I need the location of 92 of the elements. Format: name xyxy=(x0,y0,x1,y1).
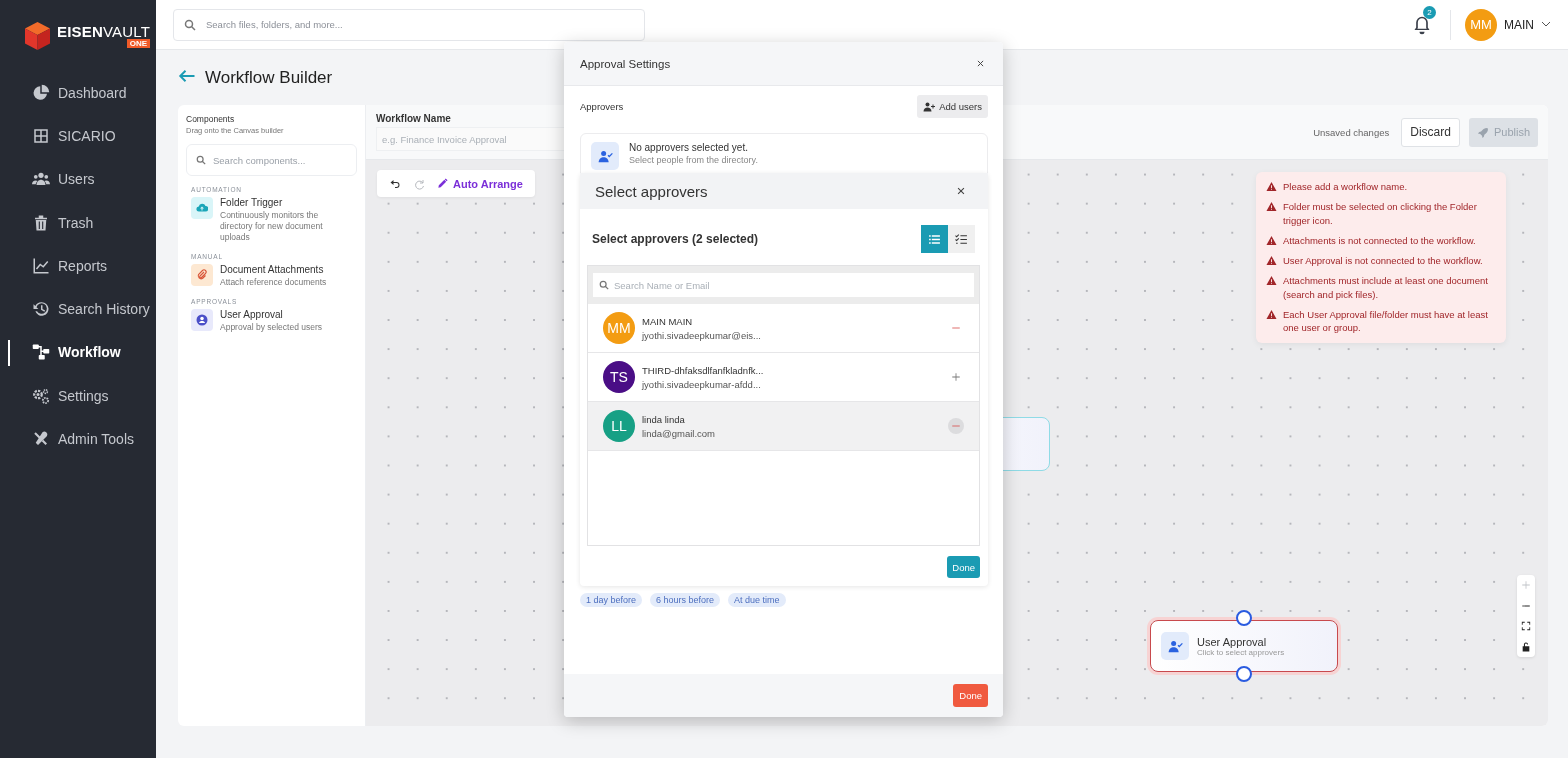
node-title: User Approval xyxy=(1197,635,1268,648)
panel-title: Select approvers xyxy=(595,182,708,200)
component-description: Attach reference documents xyxy=(220,277,328,289)
error-message: Folder must be selected on clicking the Folder trigger icon. xyxy=(1283,200,1478,227)
pencil-icon xyxy=(437,178,448,189)
dialog-title: Approval Settings xyxy=(580,57,671,70)
connection-handle[interactable] xyxy=(1236,666,1252,682)
error-message: User Approval is not connected to the workflow. xyxy=(1283,254,1483,268)
search-icon xyxy=(184,18,196,31)
nav-item[interactable]: Search History xyxy=(0,287,156,331)
line-chart-icon xyxy=(32,256,50,275)
error-message: Attachments must include at least one document (search and pick files). xyxy=(1283,274,1489,302)
warning-icon xyxy=(1266,201,1277,213)
warning-icon xyxy=(1266,234,1277,246)
nav-item[interactable]: Admin Tools xyxy=(0,417,156,461)
nav-item[interactable]: Dashboard xyxy=(0,71,156,115)
grid-icon xyxy=(32,126,50,145)
warning-icon xyxy=(1266,309,1277,321)
component-description: Continuously monitors the directory for new document uploads xyxy=(220,210,324,244)
component-description: Approval by selected users xyxy=(220,322,324,334)
nav-item[interactable]: Reports xyxy=(0,244,156,288)
user-check-icon xyxy=(1161,632,1189,660)
person-name: MAIN MAIN xyxy=(642,315,694,327)
rocket-icon xyxy=(1476,126,1488,138)
lock-icon xyxy=(1521,641,1531,652)
error-message: Each User Approval file/folder must have at least one user or group. xyxy=(1283,308,1489,335)
search-icon xyxy=(599,280,609,290)
undo-icon xyxy=(389,177,401,190)
close-icon xyxy=(976,59,985,68)
reminder-chip[interactable]: 1 day before xyxy=(580,593,643,607)
status-text: Unsaved changes xyxy=(1313,126,1390,138)
people-search-field[interactable]: Search Name or Email xyxy=(593,273,974,297)
person-name: THIRD-dhfaksdlfanfkladnfk... xyxy=(642,364,764,376)
component-name[interactable]: User Approval xyxy=(220,309,338,321)
person-email: linda@gmail.com xyxy=(642,427,715,439)
user-plus-icon xyxy=(923,100,936,113)
reminder-chip[interactable]: 6 hours before xyxy=(650,593,721,607)
person-row[interactable]: LL linda linda linda@gmail.com xyxy=(588,402,979,451)
brand-badge: ONE xyxy=(126,39,151,48)
node-subtitle: Click to select approvers xyxy=(1197,647,1285,657)
component-name[interactable]: Folder Trigger xyxy=(220,197,338,208)
cube-logo-icon xyxy=(24,20,51,51)
reminder-chip[interactable]: At due time xyxy=(728,593,786,607)
nav-item[interactable]: Trash xyxy=(0,200,156,245)
error-message: Attachments is not connected to the workflow. xyxy=(1283,233,1476,248)
component-name[interactable]: Document Attachments xyxy=(220,264,338,276)
warning-icon xyxy=(1266,275,1277,287)
warning-icon xyxy=(1266,181,1277,192)
cloud-upload-icon xyxy=(191,197,213,219)
trash-icon xyxy=(32,213,50,232)
empty-state-hint: Select people from the directory. xyxy=(629,155,758,165)
add-users-button[interactable]: Add users xyxy=(917,95,988,118)
paperclip-icon xyxy=(191,264,213,287)
fit-view-icon xyxy=(1521,621,1531,632)
redo-icon xyxy=(413,177,425,190)
section-label: Approvers xyxy=(580,101,624,112)
person-name: linda linda xyxy=(642,413,686,425)
view-toggle[interactable] xyxy=(948,225,975,253)
list-icon xyxy=(928,232,941,246)
panel-title: Components xyxy=(186,114,236,124)
page-title: Workflow Builder xyxy=(205,67,333,88)
component-search-field[interactable]: Search components... xyxy=(186,144,357,176)
search-field[interactable]: Search files, folders, and more... xyxy=(173,8,645,41)
selection-count: Select approvers (2 selected) xyxy=(592,232,759,246)
nav-item[interactable]: Users xyxy=(0,157,156,201)
close-icon xyxy=(956,186,966,196)
error-message: Please add a workflow name. xyxy=(1283,180,1408,194)
nav-item[interactable]: Workflow xyxy=(0,330,156,375)
person-email: jyothi.sivadeepkumar-afdd... xyxy=(642,378,762,390)
history-icon xyxy=(32,300,50,319)
user-name[interactable]: MAIN xyxy=(1504,17,1534,32)
nav-item[interactable]: SICARIO xyxy=(0,114,156,158)
person-avatar: MM xyxy=(603,312,635,344)
field-label: Workflow Name xyxy=(376,113,452,124)
search-icon xyxy=(196,155,206,165)
person-avatar: TS xyxy=(603,361,635,393)
view-toggle[interactable] xyxy=(921,225,948,253)
notification-badge: 2 xyxy=(1423,5,1436,19)
checklist-icon xyxy=(955,232,968,246)
nav-item[interactable]: Settings xyxy=(0,374,156,418)
warning-icon xyxy=(1266,255,1277,267)
user-check-icon xyxy=(591,142,619,170)
pie-chart-icon xyxy=(32,83,50,102)
person-avatar: LL xyxy=(603,410,635,442)
person-email: jyothi.sivadeepkumar@eis... xyxy=(642,329,761,341)
tools-icon xyxy=(32,430,50,448)
workflow-node[interactable]: User Approval Click to select approvers xyxy=(1150,620,1338,672)
bell-icon xyxy=(1412,14,1432,35)
brand-name: EISENVAULT xyxy=(57,23,151,40)
sitemap-icon xyxy=(32,343,50,362)
discard-button[interactable]: Discard xyxy=(1401,117,1460,147)
connection-handle[interactable] xyxy=(1236,610,1252,626)
